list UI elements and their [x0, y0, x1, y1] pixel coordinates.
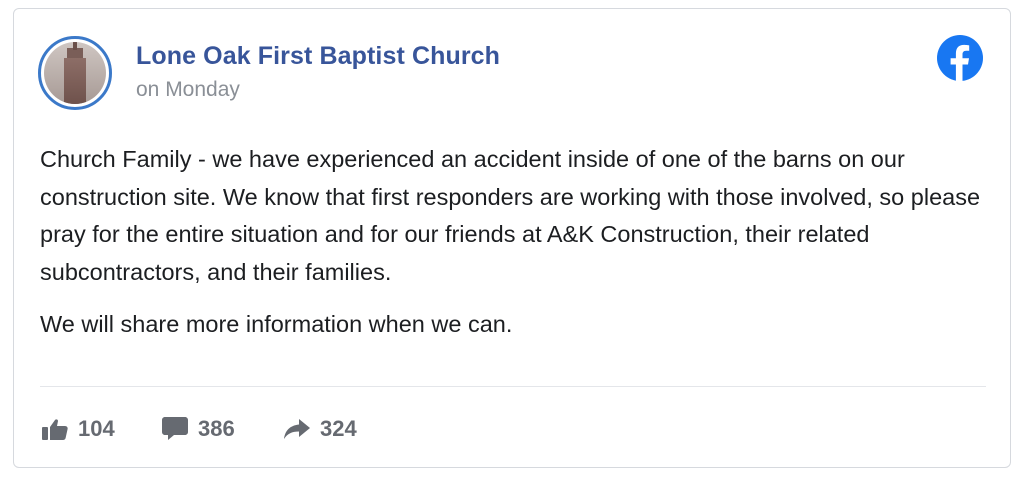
page-name-link[interactable]: Lone Oak First Baptist Church: [136, 42, 500, 71]
facebook-post-card: Lone Oak First Baptist Church on Monday …: [13, 8, 1011, 468]
avatar[interactable]: [38, 36, 112, 110]
share-count: 324: [320, 416, 357, 441]
facebook-icon[interactable]: [937, 35, 983, 81]
post-paragraph: Church Family - we have experienced an a…: [40, 146, 981, 285]
post-paragraph: We will share more information when we c…: [40, 311, 513, 337]
like-count: 104: [78, 416, 115, 441]
divider: [40, 386, 986, 387]
church-tower-avatar-image: [44, 42, 106, 104]
like-count-button[interactable]: 104: [42, 414, 115, 444]
post-body: Church Family - we have experienced an a…: [40, 141, 1000, 344]
comment-icon: [162, 417, 188, 440]
comment-count: 386: [198, 416, 235, 441]
comment-count-button[interactable]: 386: [162, 414, 235, 444]
post-timestamp[interactable]: on Monday: [136, 78, 240, 102]
share-count-button[interactable]: 324: [284, 414, 357, 444]
thumbs-up-icon: [42, 419, 68, 440]
share-arrow-icon: [284, 419, 310, 439]
